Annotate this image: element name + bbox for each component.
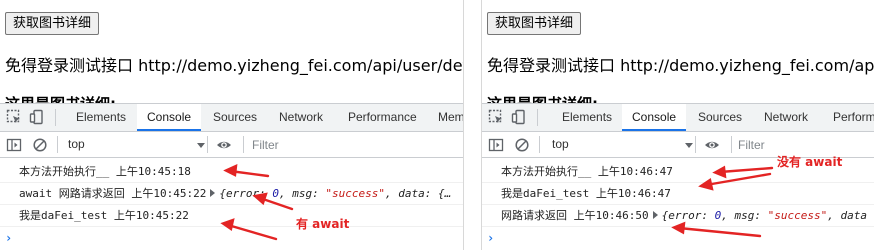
fetch-book-detail-button[interactable]: 获取图书详细 <box>487 12 582 35</box>
tab-elements[interactable]: Elements <box>562 104 612 131</box>
show-sidebar-icon[interactable] <box>6 137 22 153</box>
clear-console-icon[interactable] <box>32 137 48 153</box>
fetch-book-detail-button[interactable]: 获取图书详细 <box>5 12 100 35</box>
context-selector[interactable]: top <box>552 132 569 157</box>
log-text: 本方法开始执行__ 上午10:46:47 <box>501 165 673 178</box>
toolbar-divider <box>243 136 244 153</box>
console-toolbar: top <box>0 132 463 158</box>
tab-sources[interactable]: Sources <box>698 104 742 131</box>
right-browser-panel: 获取图书详细 免得登录测试接口 http://demo.yizheng_fei.… <box>482 0 874 250</box>
devtools-tabbar: Elements Console Sources Network Perform… <box>0 104 463 132</box>
toolbar-divider <box>207 136 208 153</box>
tab-performance[interactable]: Performance <box>348 104 417 131</box>
toolbar-divider <box>695 136 696 153</box>
tab-console[interactable]: Console <box>137 104 202 131</box>
inspect-element-icon[interactable] <box>488 109 504 125</box>
tab-sources[interactable]: Sources <box>213 104 257 131</box>
console-prompt-icon[interactable]: › <box>5 231 12 245</box>
log-row: 我是daFei_test 上午10:46:47 <box>482 183 874 205</box>
tab-network[interactable]: Network <box>279 104 323 131</box>
log-row: 我是daFei_test 上午10:45:22 <box>0 205 463 227</box>
log-row: 网路请求返回 上午10:46:50 {error: 0, msg: "succes… <box>482 205 874 227</box>
tab-network[interactable]: Network <box>764 104 808 131</box>
expand-object-icon[interactable] <box>210 189 216 197</box>
live-expression-eye-icon[interactable] <box>216 137 232 153</box>
log-row: await 网路请求返回 上午10:45:22 {error: 0, msg: "… <box>0 183 463 205</box>
device-toolbar-icon[interactable] <box>29 109 45 125</box>
log-text: 我是daFei_test 上午10:46:47 <box>501 187 671 200</box>
tab-console[interactable]: Console <box>622 104 687 131</box>
log-text: 本方法开始执行__ 上午10:45:18 <box>19 165 191 178</box>
object-preview[interactable]: {error: 0, msg: "success", data <box>662 209 867 222</box>
live-expression-eye-icon[interactable] <box>704 137 720 153</box>
console-filter-input[interactable] <box>252 135 452 154</box>
device-toolbar-icon[interactable] <box>511 109 527 125</box>
left-browser-panel: 获取图书详细 免得登录测试接口 http://demo.yizheng_fei.… <box>0 0 463 250</box>
console-filter-input[interactable] <box>738 135 868 154</box>
inspect-element-icon[interactable] <box>6 109 22 125</box>
tab-elements[interactable]: Elements <box>76 104 126 131</box>
log-text: 网路请求返回 上午10:46:50 <box>501 209 649 222</box>
panel-separator <box>463 0 482 250</box>
log-row: 本方法开始执行__ 上午10:45:18 <box>0 161 463 183</box>
book-detail-heading: 这里是图书详细: <box>487 93 598 103</box>
context-selector[interactable]: top <box>68 132 85 157</box>
clear-console-icon[interactable] <box>514 137 530 153</box>
tab-divider <box>537 109 538 126</box>
expand-object-icon[interactable] <box>652 211 658 219</box>
toolbar-divider <box>731 136 732 153</box>
right-devtools: Elements Console Sources Network Perform… <box>482 103 874 250</box>
log-text: 我是daFei_test 上午10:45:22 <box>19 209 189 222</box>
devtools-tabbar: Elements Console Sources Network Perform… <box>482 104 874 132</box>
tab-divider <box>55 109 56 126</box>
intro-text: 免得登录测试接口 http://demo.yizheng_fei.com/api… <box>487 56 874 75</box>
annotation-label-without-await: 没有 await <box>777 155 843 169</box>
show-sidebar-icon[interactable] <box>488 137 504 153</box>
book-detail-heading: 这里是图书详细: <box>5 93 116 103</box>
tab-performance[interactable]: Performance <box>833 104 874 131</box>
left-page-content: 获取图书详细 免得登录测试接口 http://demo.yizheng_fei.… <box>0 0 463 103</box>
toolbar-divider <box>57 136 58 153</box>
intro-text: 免得登录测试接口 http://demo.yizheng_fei.com/api… <box>5 56 463 75</box>
left-devtools: Elements Console Sources Network Perform… <box>0 103 463 250</box>
console-prompt-icon[interactable]: › <box>487 231 494 245</box>
object-preview[interactable]: {error: 0, msg: "success", data: {… <box>219 187 451 200</box>
right-page-content: 获取图书详细 免得登录测试接口 http://demo.yizheng_fei.… <box>482 0 874 103</box>
context-dropdown-caret-icon[interactable] <box>197 143 205 148</box>
log-text: await 网路请求返回 上午10:45:22 <box>19 187 207 200</box>
tab-memory[interactable]: Memory <box>438 104 463 131</box>
annotation-label-with-await: 有 await <box>296 217 350 231</box>
toolbar-divider <box>539 136 540 153</box>
context-dropdown-caret-icon[interactable] <box>685 143 693 148</box>
